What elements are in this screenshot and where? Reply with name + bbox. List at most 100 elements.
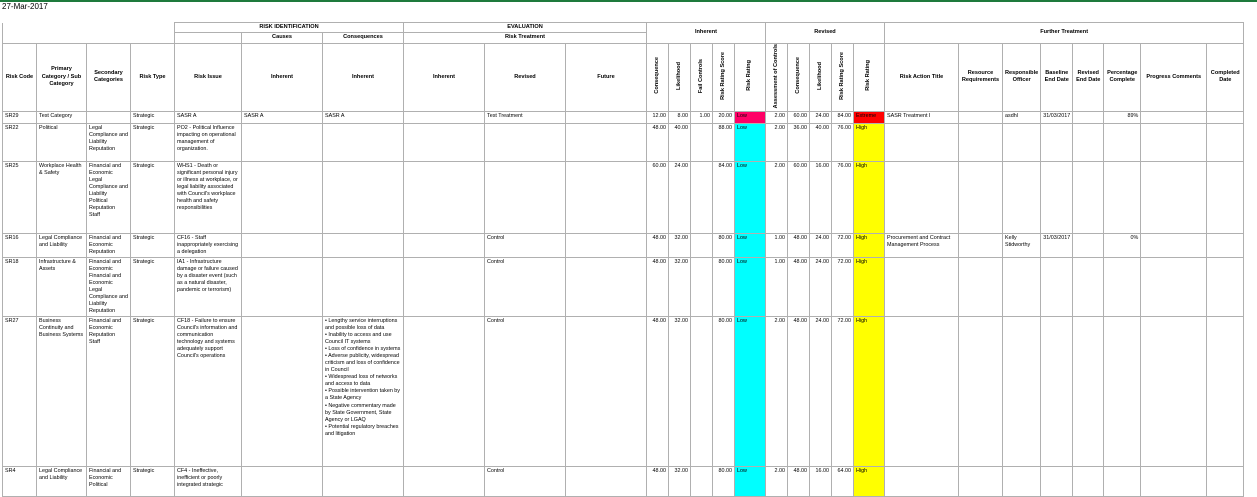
col-progress-comments: Progress Comments	[1140, 42, 1208, 113]
cell-risk-code: SR16	[2, 233, 37, 259]
cell-secondary-categories-item: Financial and Economic	[89, 468, 122, 482]
cell-secondary-categories-item: Staff	[89, 339, 100, 346]
cell-rev-likelihood: 16.00	[809, 466, 832, 497]
cell-resource-requirements	[958, 111, 1003, 125]
cell-inh-risk-rating: Low	[734, 123, 766, 163]
cell-rev-assessment: 1.00	[765, 257, 788, 318]
cell-risk-issue: PO2 - Political Influence impacting on o…	[174, 123, 242, 163]
cell-secondary-categories-item: Political	[89, 198, 108, 205]
cell-consequences-item: • Possible intervention taken by a State…	[325, 388, 401, 402]
col-risk-code: Risk Code	[2, 42, 37, 113]
cell-rev-likelihood: 24.00	[809, 316, 832, 468]
cell-primary-category: Workplace Health & Safety	[36, 161, 87, 235]
cell-rev-risk-rating: High	[853, 233, 885, 259]
cell-risk-type: Strategic	[130, 123, 175, 163]
cell-eval-revised	[484, 161, 566, 235]
cell-rev-likelihood: 24.00	[809, 111, 832, 125]
cell-consequences-item: • Widespread loss of networks and access…	[325, 374, 398, 388]
cell-inh-fail-controls	[690, 316, 713, 468]
cell-primary-category: Political	[36, 123, 87, 163]
cell-inh-risk-score: 80.00	[712, 233, 735, 259]
cell-completed-date	[1206, 111, 1245, 125]
cell-primary-category-item: Business Continuity and Business Systems	[39, 318, 84, 339]
cell-inh-risk-rating: Low	[734, 466, 766, 497]
cell-revised-end-date	[1072, 257, 1105, 318]
col-inh-risk-rating: Risk Rating	[734, 42, 766, 113]
cell-eval-future	[565, 466, 647, 497]
col-rev-likelihood: Likelihood	[809, 42, 832, 113]
cell-revised-end-date	[1072, 466, 1105, 497]
cell-consequences	[322, 123, 404, 163]
cell-consequences	[322, 233, 404, 259]
cell-risk-code: SR22	[2, 123, 37, 163]
cell-rev-risk-rating: High	[853, 316, 885, 468]
cell-rev-assessment: 2.00	[765, 161, 788, 235]
cell-rev-risk-score: 76.00	[831, 123, 854, 163]
cell-inh-risk-score: 84.00	[712, 161, 735, 235]
cell-inh-consequence: 48.00	[646, 123, 669, 163]
cell-rev-risk-score: 72.00	[831, 257, 854, 318]
cell-resource-requirements	[958, 316, 1003, 468]
cell-responsible-officer: Kelly Stidworthy	[1001, 233, 1042, 259]
col-inh-risk-score: Risk Rating Score	[712, 42, 735, 113]
cell-action-title	[884, 123, 959, 163]
cell-percentage-complete	[1103, 257, 1142, 318]
cell-risk-code: SR27	[2, 316, 37, 468]
cell-eval-revised: Test Treatment	[484, 111, 566, 125]
cell-inh-fail-controls	[690, 257, 713, 318]
cell-rev-risk-rating: Extreme	[853, 111, 885, 125]
cell-consequences-item: • Negative commentary made by State Gove…	[325, 402, 396, 423]
cell-consequences: SASR A	[322, 111, 404, 125]
cell-revised-end-date	[1072, 161, 1105, 235]
cell-baseline-end-date	[1040, 123, 1074, 163]
cell-secondary-categories-item: Financial and Economic	[89, 163, 122, 177]
cell-inh-likelihood: 32.00	[668, 257, 691, 318]
cell-rev-risk-score: 64.00	[831, 466, 854, 497]
col-rev-risk-score: Risk Rating Score	[831, 42, 854, 113]
cell-rev-consequence: 48.00	[787, 233, 810, 259]
cell-inh-risk-rating: Low	[734, 316, 766, 468]
cell-inh-risk-score: 80.00	[712, 316, 735, 468]
col-risk-type: Risk Type	[130, 42, 175, 113]
cell-inh-likelihood: 32.00	[668, 316, 691, 468]
col-eval-future: Future	[565, 42, 647, 113]
cell-primary-category-item: Legal Compliance and Liability	[39, 235, 83, 249]
cell-completed-date	[1206, 161, 1245, 235]
cell-secondary-categories-item: Staff	[89, 212, 100, 219]
cell-risk-type: Strategic	[130, 161, 175, 235]
cell-inh-risk-score: 88.00	[712, 123, 735, 163]
cell-primary-category: Infrastructure & Assets	[36, 257, 87, 318]
table-row: SR18 Infrastructure & Assets Financial and…	[2, 257, 1245, 318]
cell-eval-revised: Control	[484, 466, 566, 497]
cell-primary-category-item: Infrastructure & Assets	[39, 259, 76, 273]
col-secondary-categories: Secondary Categories	[86, 42, 131, 113]
cell-eval-inherent	[403, 316, 485, 468]
col-baseline-end-date: Baseline End Date	[1040, 42, 1074, 113]
evaluation-header: EVALUATION	[403, 21, 647, 34]
cell-baseline-end-date	[1040, 257, 1074, 318]
inherent-group-header: Inherent	[646, 22, 766, 44]
cell-rev-consequence: 48.00	[787, 316, 810, 468]
cell-eval-inherent	[403, 111, 485, 125]
revised-group-header: Revised	[765, 22, 885, 44]
cell-secondary-categories: Financial and Economic Reputation Staff	[86, 316, 131, 468]
cell-secondary-categories-item: Financial and Economic	[89, 259, 122, 273]
col-inh-likelihood: Likelihood	[668, 42, 691, 113]
col-inh-fail-controls: Fail Controls	[690, 42, 713, 113]
col-primary-category: Primary Category / Sub Category	[36, 42, 87, 113]
cell-causes	[241, 257, 323, 318]
cell-eval-revised: Control	[484, 316, 566, 468]
cell-progress-comments	[1140, 161, 1208, 235]
cell-rev-assessment: 2.00	[765, 111, 788, 125]
cell-secondary-categories-item: Legal Compliance and Liability	[89, 177, 128, 198]
cell-responsible-officer	[1001, 123, 1042, 163]
cell-inh-fail-controls: 1.00	[690, 111, 713, 125]
cell-secondary-categories-item: Reputation	[89, 205, 116, 212]
cell-eval-inherent	[403, 257, 485, 318]
col-rev-consequence: Consequence	[787, 42, 810, 113]
col-risk-issue: Risk Issue	[174, 42, 242, 113]
cell-eval-future	[565, 161, 647, 235]
cell-secondary-categories-item: Financial and Economic	[89, 318, 122, 332]
cell-primary-category: Legal Compliance and Liability	[36, 233, 87, 259]
cell-secondary-categories: Legal Compliance and Liability Reputation	[86, 123, 131, 163]
